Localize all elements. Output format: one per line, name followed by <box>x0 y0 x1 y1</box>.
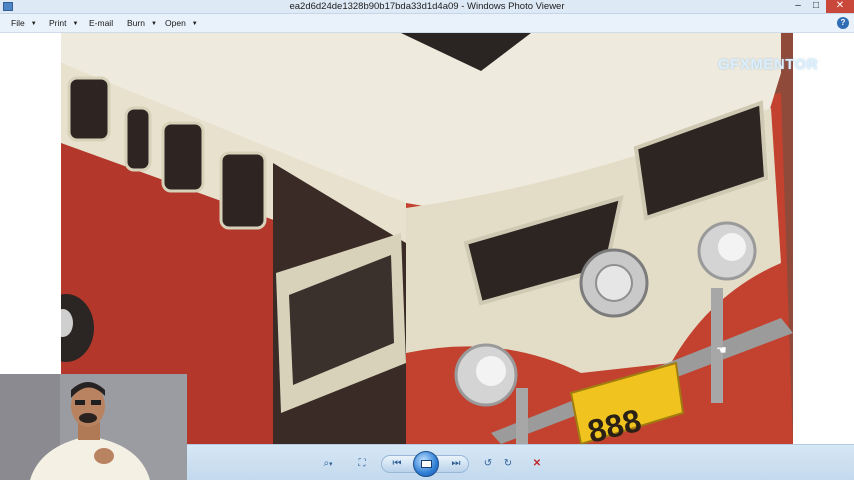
next-icon: ⏭ <box>451 458 461 469</box>
menu-open-label: Open <box>165 18 186 28</box>
menu-print[interactable]: Print ▼ <box>49 18 78 28</box>
title-bar: ea2d6d24de1328b90b17bda33d1d4a09 - Windo… <box>0 0 854 14</box>
chevron-down-icon: ▾ <box>329 461 333 468</box>
chevron-down-icon: ▼ <box>150 21 157 27</box>
menu-email-label: E-mail <box>89 18 114 28</box>
hand-cursor-icon: ☚ <box>716 343 727 357</box>
presenter-video <box>0 374 187 480</box>
rotate-counterclockwise-button[interactable]: ↺ <box>479 457 497 471</box>
chevron-down-icon: ▼ <box>30 21 37 27</box>
menu-bar: File ▼ Print ▼ E-mail Burn ▼ Open ▼ ? <box>0 14 854 33</box>
bottom-toolbar: ⌕▾ ⛶ ⏮ ⏭ ↺ ↻ ✕ <box>187 444 854 480</box>
chevron-down-icon: ▼ <box>191 21 198 27</box>
webcam-overlay <box>0 374 187 480</box>
menu-file-label: File <box>11 18 25 28</box>
maximize-button[interactable]: □ <box>805 0 827 13</box>
slideshow-icon <box>421 460 432 468</box>
chevron-down-icon: ▼ <box>72 21 79 27</box>
delete-icon: ✕ <box>532 458 542 469</box>
menu-print-label: Print <box>49 18 67 28</box>
menu-burn[interactable]: Burn ▼ <box>127 18 157 28</box>
next-button[interactable]: ⏭ <box>447 457 465 471</box>
menu-email[interactable]: E-mail <box>89 18 113 28</box>
actual-size-icon: ⛶ <box>358 458 366 469</box>
menu-file[interactable]: File ▼ <box>11 18 37 28</box>
delete-button[interactable]: ✕ <box>528 457 546 471</box>
menu-open[interactable]: Open ▼ <box>165 18 198 28</box>
gfxmentor-watermark: GFXMENTOR <box>718 56 819 73</box>
menu-burn-label: Burn <box>127 18 145 28</box>
previous-icon: ⏮ <box>392 458 402 469</box>
help-icon[interactable]: ? <box>837 17 849 29</box>
close-button[interactable]: ✕ <box>826 0 854 13</box>
window-title: ea2d6d24de1328b90b17bda33d1d4a09 - Windo… <box>289 1 565 12</box>
actual-size-button[interactable]: ⛶ <box>353 457 371 471</box>
slideshow-button[interactable] <box>413 451 439 477</box>
rotate-clockwise-button[interactable]: ↻ <box>499 457 517 471</box>
rotate-ccw-icon: ↺ <box>483 458 493 469</box>
previous-button[interactable]: ⏮ <box>388 457 406 471</box>
rotate-cw-icon: ↻ <box>503 458 513 469</box>
zoom-button[interactable]: ⌕▾ <box>317 457 339 471</box>
